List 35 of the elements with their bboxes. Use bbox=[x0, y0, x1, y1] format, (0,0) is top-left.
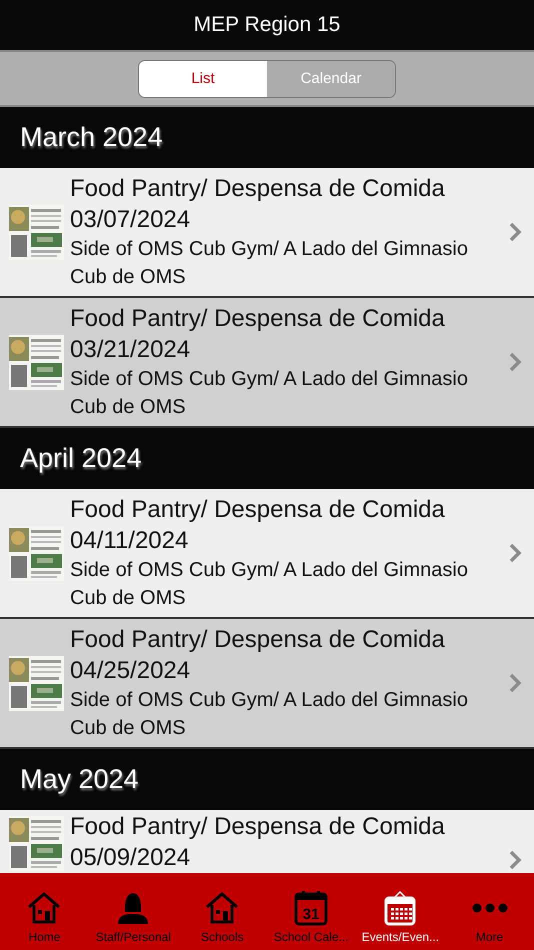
chevron-icon bbox=[508, 351, 522, 373]
event-location: Side of OMS Cub Gym/ A Lado del Gimnasio Cub de OMS bbox=[70, 688, 469, 741]
event-row[interactable]: Food Pantry/ Despensa de Comida 05/09/2024 bbox=[0, 810, 534, 873]
more-icon bbox=[472, 903, 508, 913]
event-date: 03/07/2024 bbox=[70, 205, 192, 235]
tab-item[interactable]: Events/Even... bbox=[356, 873, 446, 950]
event-date: 05/09/2024 bbox=[70, 843, 192, 873]
event-title: Food Pantry/ Despensa de Comida bbox=[70, 174, 446, 204]
event-row[interactable]: Food Pantry/ Despensa de Comida 03/21/2024 Side of OMS Cub Gym/ A Lado del Gimnasio Cub de OMS bbox=[0, 298, 534, 428]
event-row[interactable]: Food Pantry/ Despensa de Comida 03/07/2024 Side of OMS Cub Gym/ A Lado del Gimnasio Cub de OMS bbox=[0, 168, 534, 298]
event-date: 03/21/2024 bbox=[70, 335, 192, 365]
month-heading: March 2024 bbox=[0, 107, 534, 168]
event-title: Food Pantry/ Despensa de Comida bbox=[70, 812, 446, 842]
chevron-icon bbox=[508, 849, 522, 871]
chevron-icon bbox=[508, 221, 522, 243]
month-heading: May 2024 bbox=[0, 749, 534, 810]
chevron-icon bbox=[508, 542, 522, 564]
event-row[interactable]: Food Pantry/ Despensa de Comida 04/11/2024 Side of OMS Cub Gym/ A Lado del Gimnasio Cub de OMS bbox=[0, 489, 534, 619]
event-location: Side of OMS Cub Gym/ A Lado del Gimnasio Cub de OMS bbox=[70, 558, 469, 611]
event-row[interactable]: Food Pantry/ Despensa de Comida 04/25/2024 Side of OMS Cub Gym/ A Lado del Gimnasio Cub de OMS bbox=[0, 619, 534, 749]
event-title: Food Pantry/ Despensa de Comida bbox=[70, 625, 446, 655]
event-date: 04/25/2024 bbox=[70, 656, 192, 686]
event-date: 04/11/2024 bbox=[70, 526, 190, 556]
event-location: Side of OMS Cub Gym/ A Lado del Gimnasio Cub de OMS bbox=[70, 367, 469, 420]
calendar-icon bbox=[382, 890, 418, 926]
calendar-icon: 31 bbox=[293, 890, 330, 926]
chevron-icon bbox=[508, 672, 522, 694]
event-location: Side of OMS Cub Gym/ A Lado del Gimnasio Cub de OMS bbox=[70, 237, 469, 290]
window-title: MEP Region 15 bbox=[0, 0, 534, 50]
event-title: Food Pantry/ Despensa de Comida bbox=[70, 495, 446, 525]
month-heading: April 2024 bbox=[0, 428, 534, 489]
segment-tab[interactable]: List bbox=[139, 60, 267, 96]
event-title: Food Pantry/ Despensa de Comida bbox=[70, 304, 446, 334]
home-icon bbox=[204, 890, 240, 926]
home-icon bbox=[26, 890, 62, 926]
